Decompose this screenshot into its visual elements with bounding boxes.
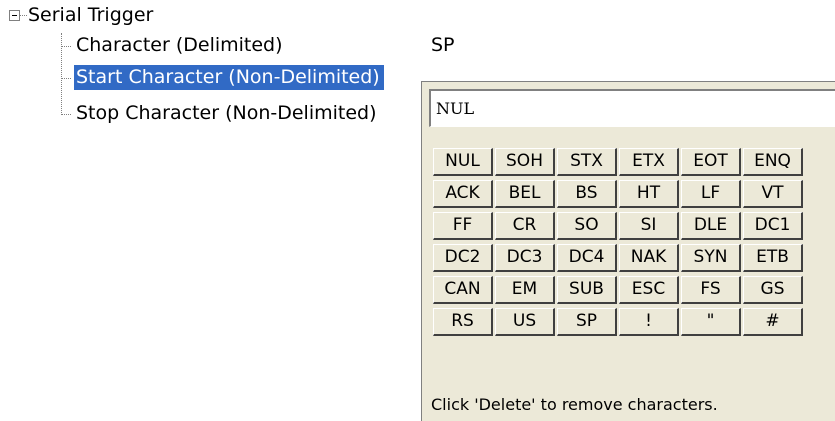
char-button[interactable]: " (681, 308, 741, 336)
char-button[interactable]: BEL (495, 180, 555, 208)
char-button[interactable]: SOH (495, 148, 555, 176)
char-button[interactable]: NAK (619, 244, 679, 272)
char-button[interactable]: DC1 (743, 212, 803, 240)
char-button[interactable]: SUB (557, 276, 617, 304)
tree-connector (62, 78, 71, 79)
char-button[interactable]: NUL (433, 148, 493, 176)
tree-connector (62, 114, 71, 115)
char-button[interactable]: SYN (681, 244, 741, 272)
char-button[interactable]: SO (557, 212, 617, 240)
char-button[interactable]: EM (495, 276, 555, 304)
tree-item-character-delimited[interactable]: Character (Delimited) (74, 33, 287, 58)
popup-border (421, 81, 422, 421)
char-button[interactable]: RS (433, 308, 493, 336)
char-button[interactable]: ! (619, 308, 679, 336)
char-button[interactable]: ENQ (743, 148, 803, 176)
char-button[interactable]: ETB (743, 244, 803, 272)
char-button[interactable]: DC2 (433, 244, 493, 272)
char-button[interactable]: SP (557, 308, 617, 336)
char-button[interactable]: STX (557, 148, 617, 176)
char-button[interactable]: EOT (681, 148, 741, 176)
char-button[interactable]: GS (743, 276, 803, 304)
char-button[interactable]: CAN (433, 276, 493, 304)
character-button-grid: NUL SOH STX ETX EOT ENQ ACK BEL BS HT LF VT FF CR SO SI… (433, 146, 805, 338)
char-button[interactable]: CR (495, 212, 555, 240)
char-button[interactable]: LF (681, 180, 741, 208)
char-button[interactable]: # (743, 308, 803, 336)
char-button[interactable]: DLE (681, 212, 741, 240)
tree-item-stop-character[interactable]: Stop Character (Non-Delimited) (74, 101, 381, 126)
character-picker-popup: NULSOHSTXETXEOTENQ ACKBELBSHTLFVT FFCRSOSI… (421, 81, 835, 421)
character-input[interactable] (429, 89, 835, 127)
delete-hint: Click 'Delete' to remove characters. (431, 395, 718, 414)
tree-connector (62, 46, 71, 47)
tree-root-serial-trigger[interactable]: Serial Trigger (28, 2, 153, 28)
character-delimited-value[interactable]: SP (431, 33, 455, 58)
collapse-icon[interactable] (9, 10, 20, 21)
tree-connector (20, 15, 27, 16)
char-button[interactable]: VT (743, 180, 803, 208)
char-button[interactable]: ACK (433, 180, 493, 208)
tree-item-start-character[interactable]: Start Character (Non-Delimited) (74, 65, 384, 90)
char-button[interactable]: DC4 (557, 244, 617, 272)
char-button[interactable]: ESC (619, 276, 679, 304)
char-button[interactable]: US (495, 308, 555, 336)
char-button[interactable]: FS (681, 276, 741, 304)
char-button[interactable]: ETX (619, 148, 679, 176)
property-window: Serial Trigger Character (Delimited) SP … (0, 0, 835, 421)
char-button[interactable]: BS (557, 180, 617, 208)
char-button[interactable]: FF (433, 212, 493, 240)
char-button[interactable]: DC3 (495, 244, 555, 272)
popup-border (421, 81, 835, 82)
char-button[interactable]: HT (619, 180, 679, 208)
char-button[interactable]: SI (619, 212, 679, 240)
